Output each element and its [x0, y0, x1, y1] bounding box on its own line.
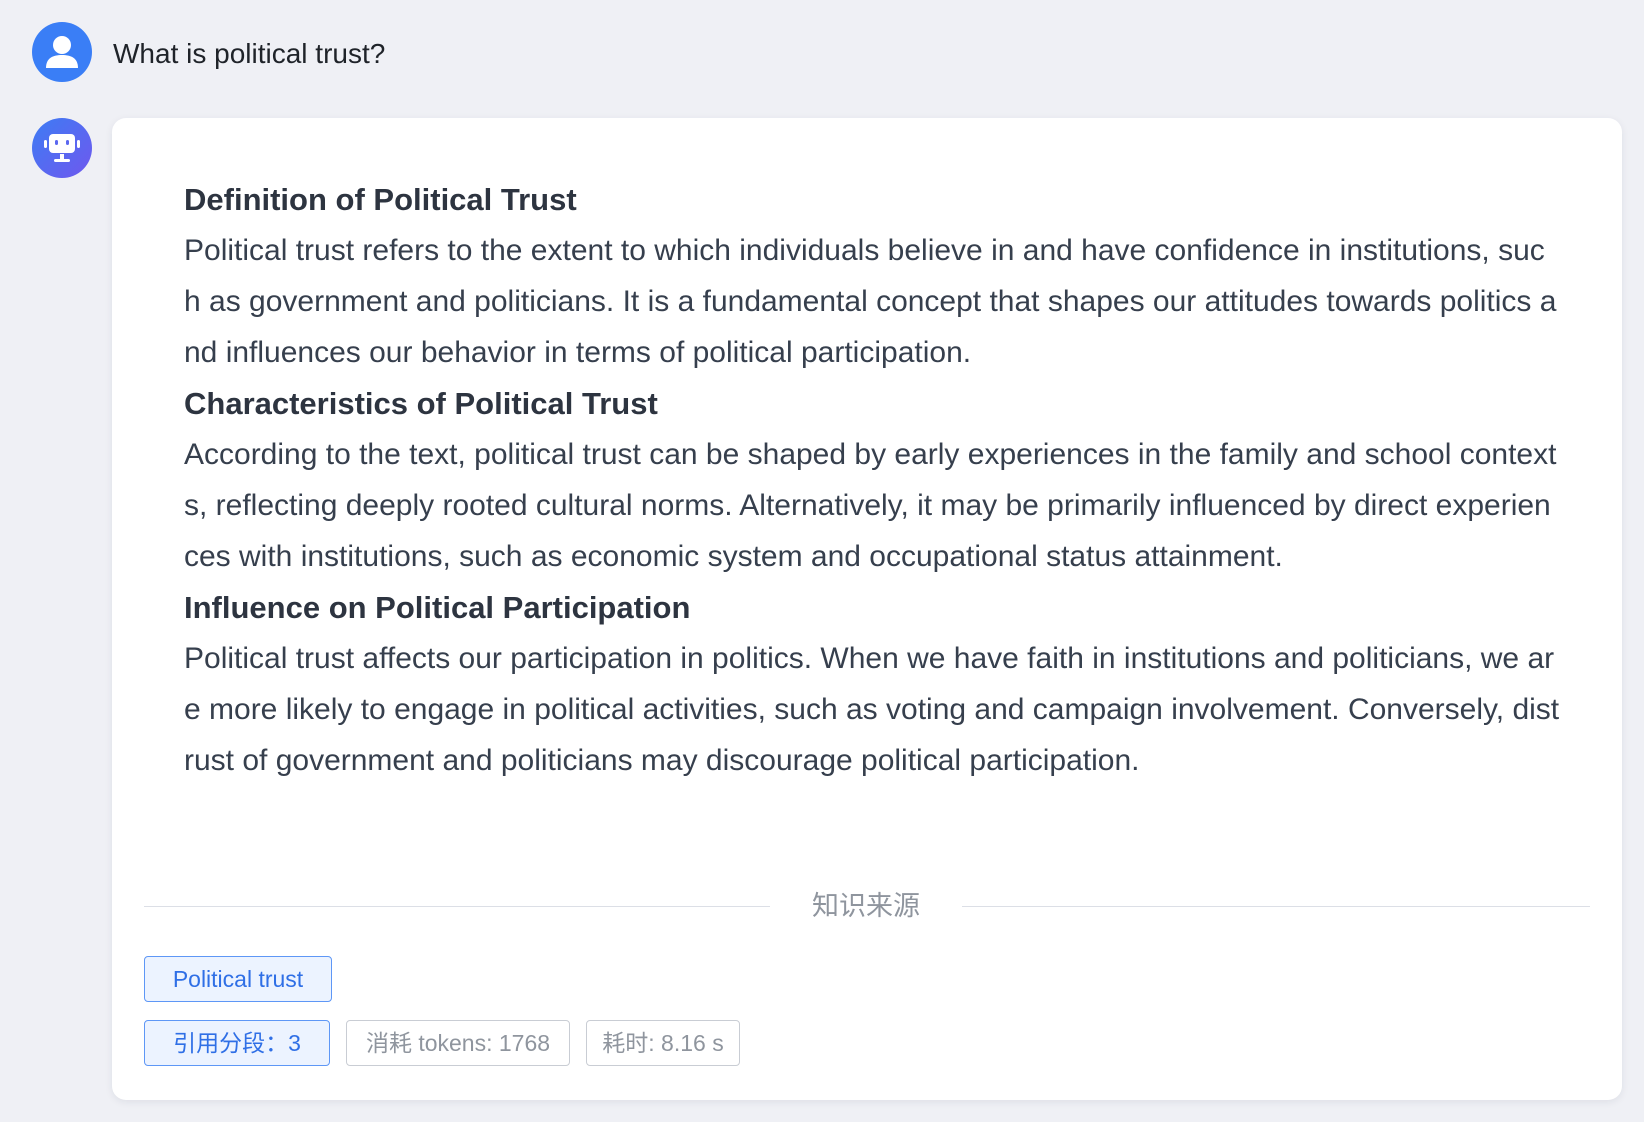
section-heading: Definition of Political Trust: [184, 182, 577, 217]
citation-count-tag: 引用分段：3: [144, 1020, 330, 1066]
token-usage-tag: 消耗 tokens: 1768: [346, 1020, 570, 1066]
divider-line: [144, 906, 770, 907]
user-question: What is political trust?: [113, 38, 386, 69]
answer-content: Definition of Political Trust Political …: [184, 174, 1560, 786]
divider-line: [962, 906, 1590, 907]
source-document-tag[interactable]: Political trust: [144, 956, 332, 1002]
section-heading: Influence on Political Participation: [184, 590, 691, 625]
section-heading: Characteristics of Political Trust: [184, 386, 658, 421]
section-body: According to the text, political trust c…: [184, 438, 1557, 573]
answer-card: Definition of Political Trust Political …: [112, 118, 1622, 1100]
section-body: Political trust affects our participatio…: [184, 642, 1560, 777]
user-icon: [46, 36, 78, 68]
bot-avatar: [32, 118, 92, 178]
sources-label: 知识来源: [812, 891, 920, 921]
response-time-tag: 耗时: 8.16 s: [586, 1020, 740, 1066]
user-avatar: [32, 22, 92, 82]
section-body: Political trust refers to the extent to …: [184, 234, 1557, 369]
sources-divider: 知识来源: [144, 886, 1590, 926]
robot-icon: [44, 134, 80, 162]
